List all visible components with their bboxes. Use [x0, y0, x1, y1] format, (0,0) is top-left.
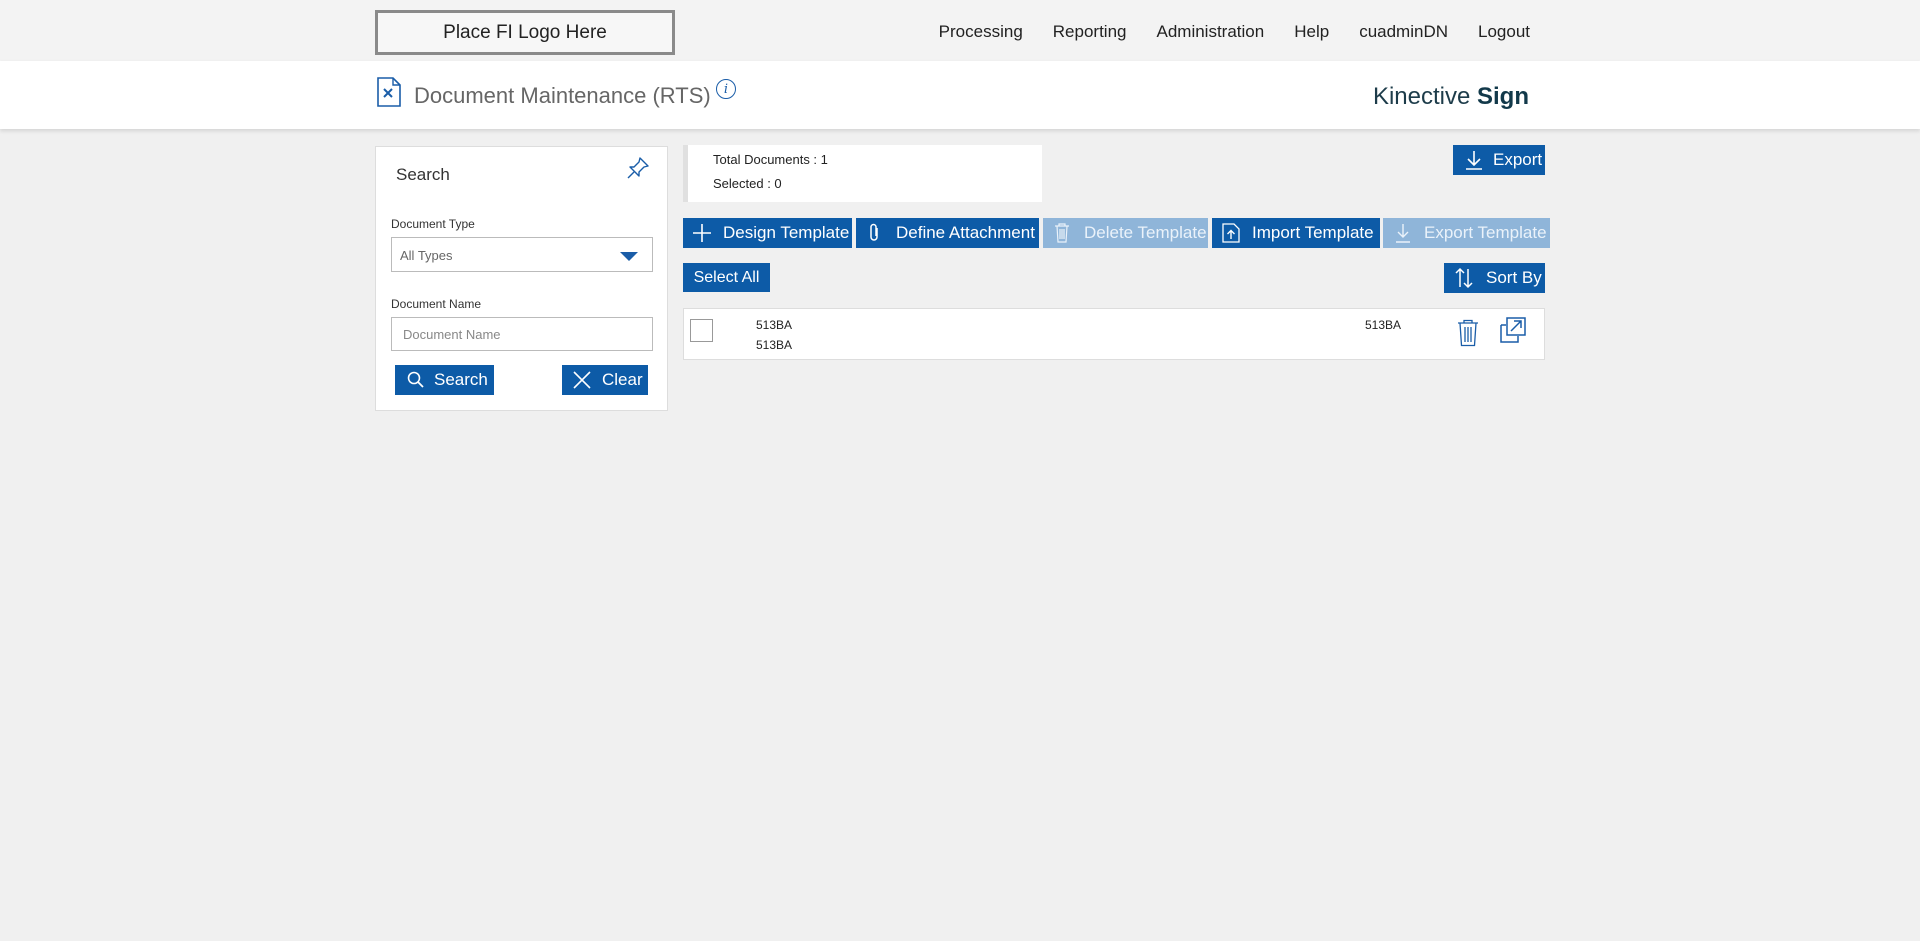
- sort-icon: [1455, 267, 1473, 289]
- search-panel-title: Search: [396, 165, 450, 184]
- design-template-button[interactable]: Design Template: [683, 218, 852, 248]
- pin-icon[interactable]: [625, 155, 651, 181]
- paperclip-icon: [870, 223, 878, 241]
- delete-template-button[interactable]: Delete Template: [1043, 218, 1208, 248]
- table-row[interactable]: 513BA 513BA 513BA: [683, 308, 1545, 360]
- top-bar: Place FI Logo Here Processing Reporting …: [0, 0, 1920, 61]
- brand-text: Kinective: [1372, 83, 1477, 110]
- external-link-icon[interactable]: [1499, 316, 1527, 344]
- trash-icon: [1055, 223, 1069, 243]
- row-checkbox[interactable]: [690, 319, 713, 342]
- sort-by-label: Sort By: [1486, 268, 1542, 287]
- search-panel: Search Document Type All Types Document …: [375, 146, 668, 411]
- clear-button[interactable]: Clear: [562, 365, 648, 395]
- document-name-label: Document Name: [391, 297, 482, 311]
- document-name-input[interactable]: [391, 317, 653, 351]
- document-type-select[interactable]: All Types: [391, 237, 653, 272]
- export-template-label: Export Template: [1424, 223, 1547, 242]
- define-attachment-button[interactable]: Define Attachment: [856, 218, 1039, 248]
- plus-icon: [693, 224, 711, 242]
- import-template-button[interactable]: Import Template: [1212, 218, 1380, 248]
- page-header: Document Maintenance (RTS) i Kinective S…: [0, 61, 1920, 129]
- nav-help[interactable]: Help: [1294, 22, 1329, 42]
- document-type-label: Document Type: [391, 217, 475, 231]
- define-attachment-label: Define Attachment: [896, 223, 1035, 242]
- nav-logout[interactable]: Logout: [1478, 22, 1530, 42]
- download-icon: [1396, 224, 1410, 243]
- nav-processing[interactable]: Processing: [939, 22, 1023, 42]
- close-icon: [573, 371, 591, 389]
- export-button[interactable]: Export: [1453, 145, 1545, 175]
- selected-count: Selected : 0: [713, 176, 782, 191]
- brand-bold-text: Sign: [1477, 83, 1529, 110]
- document-type-value: All Types: [400, 248, 453, 263]
- main-nav: Processing Reporting Administration Help…: [909, 22, 1530, 42]
- nav-administration[interactable]: Administration: [1157, 22, 1265, 42]
- delete-template-label: Delete Template: [1084, 223, 1207, 242]
- document-name-cell: 513BA: [756, 318, 793, 332]
- document-description-cell: 513BA: [756, 338, 793, 352]
- export-template-button[interactable]: Export Template: [1383, 218, 1550, 248]
- info-icon[interactable]: i: [716, 79, 736, 99]
- document-x-icon: [377, 77, 401, 107]
- export-button-label: Export: [1493, 150, 1543, 169]
- page-title: Document Maintenance (RTS): [414, 83, 711, 108]
- trash-icon[interactable]: [1457, 319, 1479, 347]
- download-icon: [1466, 151, 1482, 170]
- nav-reporting[interactable]: Reporting: [1053, 22, 1127, 42]
- search-button-label: Search: [434, 370, 488, 389]
- document-summary: Total Documents : 1 Selected : 0: [683, 145, 1042, 202]
- document-code-cell: 513BA: [1365, 318, 1402, 332]
- search-button[interactable]: Search: [395, 365, 494, 395]
- select-all-button[interactable]: Select All: [683, 263, 770, 292]
- chevron-down-icon: [620, 252, 638, 261]
- clear-button-label: Clear: [602, 370, 643, 389]
- brand-logo: Kinective Sign: [1373, 83, 1529, 111]
- logo-placeholder: Place FI Logo Here: [375, 10, 675, 55]
- total-documents: Total Documents : 1: [713, 152, 828, 167]
- search-icon: [407, 371, 424, 388]
- design-template-label: Design Template: [723, 223, 850, 242]
- import-template-label: Import Template: [1252, 223, 1374, 242]
- upload-icon: [1222, 223, 1240, 243]
- nav-user[interactable]: cuadminDN: [1359, 22, 1448, 42]
- sort-by-button[interactable]: Sort By: [1444, 263, 1545, 293]
